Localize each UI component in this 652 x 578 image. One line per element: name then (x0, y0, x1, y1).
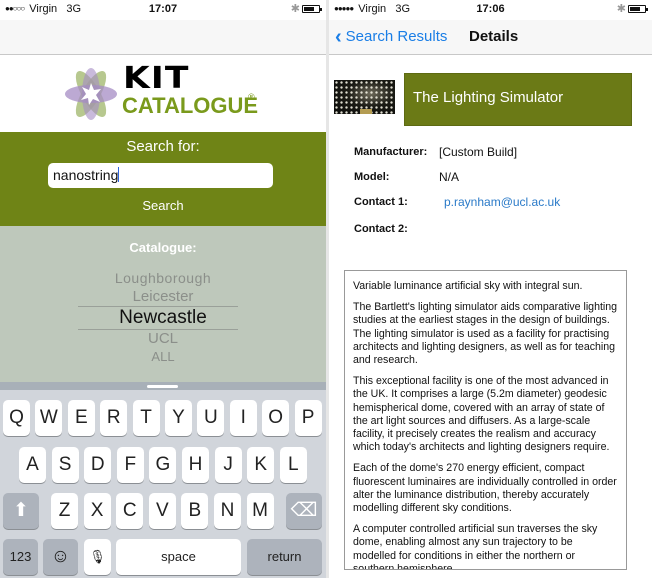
battery-icon (628, 5, 648, 13)
key-l[interactable]: L (279, 447, 307, 483)
key-w[interactable]: W (35, 400, 63, 436)
return-key[interactable]: return (247, 539, 322, 575)
catalogue-picker[interactable]: Loughborough Leicester Newcastle UCL ALL (0, 266, 326, 378)
logo-kit-text: KIT (123, 61, 190, 96)
emoji-key[interactable]: ☺ (43, 539, 78, 575)
chevron-left-icon: ‹ (335, 26, 342, 48)
key-v[interactable]: V (148, 493, 176, 529)
search-panel: Search for: nanostring Search (0, 132, 326, 226)
navigation-bar (0, 20, 326, 55)
key-j[interactable]: J (214, 447, 242, 483)
key-t[interactable]: T (132, 400, 160, 436)
registered-mark: ® (248, 92, 255, 102)
key-z[interactable]: Z (51, 493, 78, 529)
key-c[interactable]: C (116, 493, 144, 529)
key-k[interactable]: K (247, 447, 275, 483)
kit-catalogue-logo: KIT CATALOGUE ® (0, 56, 326, 132)
description-paragraph: The Bartlett's lighting simulator aids c… (353, 301, 618, 367)
search-label: Search for: (126, 138, 200, 155)
key-m[interactable]: M (246, 493, 274, 529)
field-label: Contact 1: (354, 196, 408, 208)
field-label: Model: (354, 171, 390, 183)
field-label: Manufacturer: (354, 146, 428, 158)
picker-option[interactable]: ALL (0, 349, 326, 364)
search-input[interactable]: nanostring (48, 163, 273, 188)
key-o[interactable]: O (262, 400, 290, 436)
item-title-banner: The Lighting Simulator (404, 73, 632, 126)
picker-option[interactable]: UCL (0, 330, 326, 347)
key-i[interactable]: I (229, 400, 257, 436)
description-paragraph: Variable luminance artificial sky with i… (353, 280, 583, 292)
key-f[interactable]: F (116, 447, 144, 483)
catalogue-panel: Catalogue: Loughborough Leicester Newcas… (0, 226, 326, 382)
picker-option[interactable]: Loughborough (0, 270, 326, 286)
bluetooth-icon: ✱ (616, 3, 626, 15)
status-time: 17:06 (476, 3, 505, 15)
logo-catalogue-text: CATALOGUE (122, 93, 259, 118)
page-title: Details (469, 28, 519, 45)
description-paragraph: Each of the dome's 270 energy efficient,… (353, 462, 617, 515)
key-r[interactable]: R (100, 400, 128, 436)
key-a[interactable]: A (19, 447, 46, 483)
field-label: Contact 2: (354, 223, 408, 235)
text-caret (118, 167, 120, 182)
description-box[interactable]: Variable luminance artificial sky with i… (344, 270, 627, 570)
key-p[interactable]: P (294, 400, 322, 436)
navigation-bar: ‹ Search Results Details (329, 20, 652, 55)
details-screen: ●●●●● Virgin 3G 17:06 ✱ ‹ Search Results … (329, 0, 652, 578)
search-button[interactable]: Search (0, 198, 326, 213)
keyboard-handle[interactable] (147, 385, 178, 388)
description-paragraph: A computer controlled artificial sun tra… (353, 523, 598, 570)
back-button-label: Search Results (345, 28, 448, 45)
key-x[interactable]: X (83, 493, 111, 529)
item-thumbnail (334, 80, 395, 114)
field-value: N/A (439, 170, 460, 184)
status-bar: ●●○○○ Virgin 3G 17:07 ✱ (0, 0, 326, 20)
key-b[interactable]: B (181, 493, 209, 529)
picker-option-selected[interactable]: Newcastle (0, 307, 326, 329)
bluetooth-icon: ✱ (290, 3, 300, 15)
item-title: The Lighting Simulator (413, 89, 564, 106)
key-u[interactable]: U (197, 400, 225, 436)
key-d[interactable]: D (84, 447, 112, 483)
description-paragraph: This exceptional facility is one of the … (353, 375, 610, 454)
numbers-key[interactable]: 123 (3, 539, 38, 575)
key-n[interactable]: N (214, 493, 241, 529)
key-s[interactable]: S (51, 447, 79, 483)
logo-flower-icon (65, 68, 117, 120)
space-key[interactable]: space (116, 539, 241, 575)
contact-email-link[interactable]: p.raynham@ucl.ac.uk (444, 195, 560, 209)
catalogue-label: Catalogue: (129, 240, 197, 255)
delete-key[interactable]: ⌫ (286, 493, 322, 529)
search-screen: ●●○○○ Virgin 3G 17:07 ✱ KIT CATALOGUE ® … (0, 0, 326, 578)
key-q[interactable]: Q (3, 400, 30, 436)
status-bar: ●●●●● Virgin 3G 17:06 ✱ (329, 0, 652, 20)
key-y[interactable]: Y (165, 400, 192, 436)
back-button[interactable]: ‹ Search Results (335, 26, 447, 49)
search-input-value: nanostring (53, 167, 119, 183)
picker-option[interactable]: Leicester (0, 288, 326, 305)
key-e[interactable]: E (67, 400, 95, 436)
field-value: [Custom Build] (439, 145, 518, 159)
key-h[interactable]: H (182, 447, 209, 483)
on-screen-keyboard: Q W E R T Y U I O P A S D F G H J K L ⬆ Z X C V B N M ⌫ 123 ☺ 🎙 space re… (0, 382, 326, 578)
status-time: 17:07 (148, 3, 178, 15)
microphone-key[interactable]: 🎙 (84, 539, 111, 575)
shift-key[interactable]: ⬆ (3, 493, 39, 529)
battery-icon (302, 5, 322, 13)
key-g[interactable]: G (149, 447, 177, 483)
